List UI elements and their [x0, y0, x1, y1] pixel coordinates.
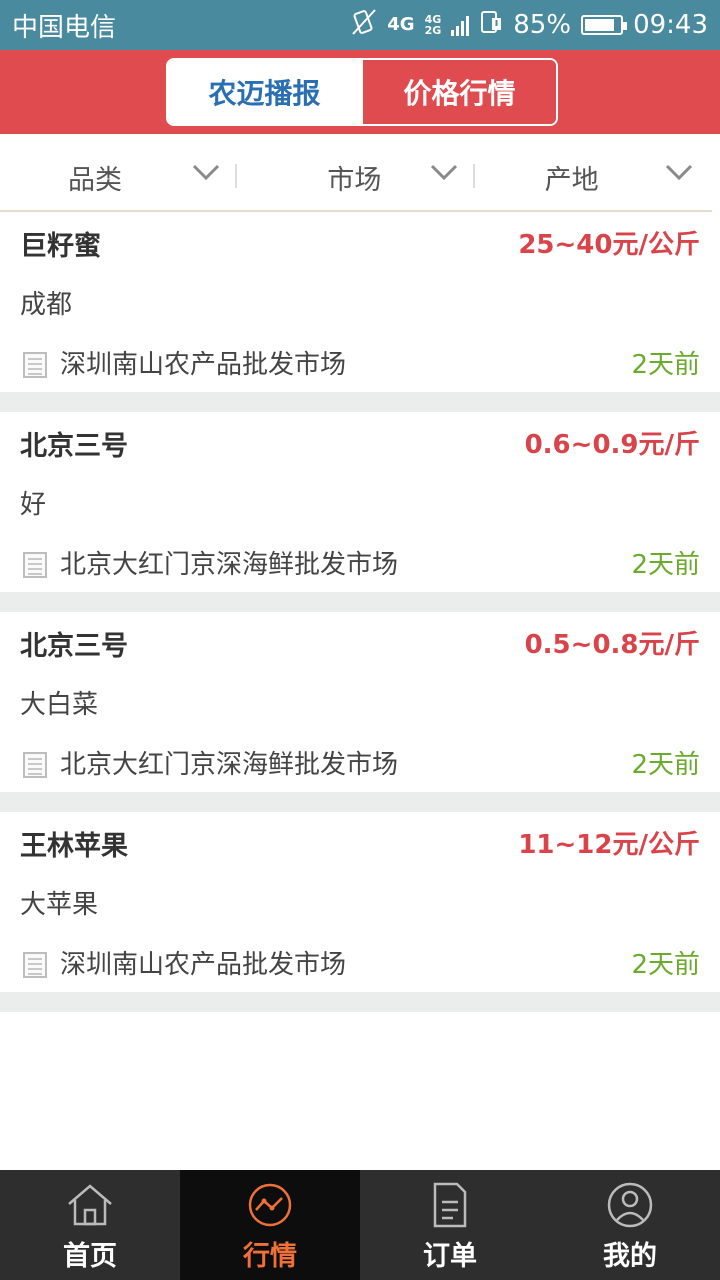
- vibrate-icon: [351, 8, 377, 43]
- price-range: 25~40元/公斤: [518, 230, 700, 260]
- list-divider: [0, 792, 720, 812]
- nav-orders-label: 订单: [423, 1241, 477, 1272]
- dual-network-indicator: 4G 2G: [425, 14, 442, 36]
- price-range: 11~12元/公斤: [518, 830, 700, 860]
- clock: 09:43: [633, 10, 708, 40]
- posted-time: 2天前: [631, 350, 700, 380]
- nav-market-quotes[interactable]: 行情: [180, 1170, 360, 1280]
- carrier-name: 中国电信: [12, 12, 117, 43]
- list-divider: [0, 992, 720, 1012]
- signal-icon: [451, 14, 470, 36]
- battery-percent: 85%: [513, 10, 572, 40]
- filter-origin[interactable]: 产地: [475, 134, 712, 210]
- tab-broadcast[interactable]: 农迈播报: [168, 60, 361, 124]
- chevron-down-icon: [191, 162, 221, 186]
- posted-time: 2天前: [631, 950, 700, 980]
- nav-profile-label: 我的: [603, 1241, 657, 1272]
- nav-profile[interactable]: 我的: [540, 1170, 720, 1280]
- document-icon: [23, 752, 47, 778]
- product-origin: 好: [20, 490, 47, 520]
- bottom-tab-bar: 首页 行情 订单 我的: [0, 1170, 720, 1280]
- list-item[interactable]: 北京三号 0.5~0.8元/斤 大白菜 北京大红门京深海鲜批发市场 2天前: [0, 612, 720, 792]
- nav-orders[interactable]: 订单: [360, 1170, 540, 1280]
- market-name: 深圳南山农产品批发市场: [60, 950, 347, 980]
- chevron-down-icon: [429, 162, 459, 186]
- list-item[interactable]: 巨籽蜜 25~40元/公斤 成都 深圳南山农产品批发市场 2天前: [0, 212, 720, 392]
- trend-chart-icon: [248, 1183, 292, 1227]
- price-list: 巨籽蜜 25~40元/公斤 成都 深圳南山农产品批发市场 2天前 北京三号 0.…: [0, 212, 720, 1012]
- user-profile-icon: [607, 1182, 653, 1228]
- product-name: 王林苹果: [20, 831, 128, 862]
- filter-category-label: 品类: [68, 165, 122, 196]
- nav-market-quotes-label: 行情: [243, 1241, 297, 1272]
- filter-bar: 品类 市场 产地: [0, 134, 712, 212]
- list-divider: [0, 392, 720, 412]
- filter-market[interactable]: 市场: [237, 134, 475, 210]
- posted-time: 2天前: [631, 550, 700, 580]
- segmented-control: 农迈播报 价格行情: [166, 58, 558, 126]
- list-item[interactable]: 北京三号 0.6~0.9元/斤 好 北京大红门京深海鲜批发市场 2天前: [0, 412, 720, 592]
- battery-icon: [581, 15, 628, 35]
- nav-home-label: 首页: [63, 1241, 117, 1272]
- nav-home[interactable]: 首页: [0, 1170, 180, 1280]
- price-range: 0.6~0.9元/斤: [524, 430, 700, 460]
- filter-market-label: 市场: [327, 165, 382, 196]
- status-bar: 中国电信 4G 4G 2G 85% 09:43: [0, 0, 720, 50]
- product-name: 巨籽蜜: [20, 231, 101, 262]
- market-name: 深圳南山农产品批发市场: [60, 350, 347, 380]
- product-origin: 成都: [20, 290, 73, 320]
- filter-category[interactable]: 品类: [0, 134, 238, 210]
- product-name: 北京三号: [20, 431, 128, 462]
- document-icon: [23, 952, 47, 978]
- list-item[interactable]: 王林苹果 11~12元/公斤 大苹果 深圳南山农产品批发市场 2天前: [0, 812, 720, 992]
- tab-price-quotes[interactable]: 价格行情: [361, 60, 556, 124]
- chevron-down-icon: [664, 162, 694, 186]
- sim-alert-icon: [479, 9, 503, 42]
- network-small-bottom: 2G: [424, 24, 442, 37]
- market-name: 北京大红门京深海鲜批发市场: [60, 550, 399, 580]
- document-icon: [23, 352, 47, 378]
- list-divider: [0, 592, 720, 612]
- filter-origin-label: 产地: [544, 165, 599, 196]
- posted-time: 2天前: [631, 750, 700, 780]
- product-origin: 大苹果: [20, 890, 99, 920]
- header-bar: 农迈播报 价格行情: [0, 50, 720, 134]
- market-name: 北京大红门京深海鲜批发市场: [60, 750, 399, 780]
- network-type: 4G: [387, 14, 415, 35]
- product-origin: 大白菜: [20, 690, 99, 720]
- document-icon: [23, 552, 47, 578]
- document-icon: [433, 1182, 467, 1228]
- product-name: 北京三号: [20, 631, 128, 662]
- home-icon: [68, 1184, 112, 1226]
- price-range: 0.5~0.8元/斤: [524, 630, 700, 660]
